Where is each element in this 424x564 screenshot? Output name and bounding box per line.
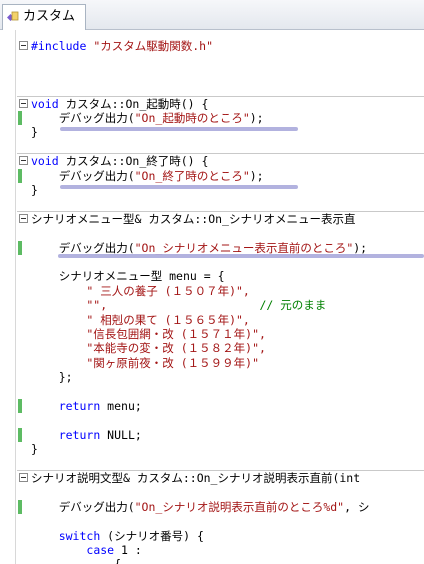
code-text: }; <box>31 370 73 385</box>
code-line: "", // 元のまま <box>0 298 424 312</box>
code-line: case 1 : <box>0 543 424 557</box>
code-line: シナリオメニュー型& カスタム::On_シナリオメニュー表示直 <box>0 210 424 226</box>
code-text: } <box>31 125 38 140</box>
code-line: デバッグ出力("On_シナリオメニュー表示直前のところ"); <box>0 240 424 255</box>
code-text: } <box>31 442 38 457</box>
code-line: #include "カスタム駆動関数.h" <box>0 39 424 53</box>
code-text: "本能寺の変・改 (１５８２年)", <box>31 341 266 356</box>
change-marker <box>18 111 22 125</box>
code-text: デバッグ出力("On_シナリオメニュー表示直前のところ"); <box>31 240 368 255</box>
code-line: デバッグ出力("On_シナリオ説明表示直前のところ%d", シ <box>0 499 424 514</box>
fold-toggle-icon[interactable] <box>19 473 28 482</box>
code-line: " 三人の養子 (１５０７年)", <box>0 284 424 298</box>
tab-custom[interactable]: カスタム <box>2 4 87 30</box>
highlight-stroke <box>58 254 424 258</box>
code-line: { <box>0 557 424 564</box>
fold-toggle-icon[interactable] <box>19 156 28 166</box>
code-text: void カスタム::On_起動時() { <box>31 96 209 111</box>
code-text: "", // 元のまま <box>31 298 327 313</box>
code-line: void カスタム::On_終了時() { <box>0 153 424 169</box>
code-line: シナリオメニュー型 menu = { <box>0 269 424 283</box>
code-text: " 相剋の果て (１５６５年)", <box>31 312 250 327</box>
code-text: シナリオメニュー型& カスタム::On_シナリオメニュー表示直 <box>31 211 356 226</box>
change-marker <box>18 168 22 183</box>
code-text: switch (シナリオ番号) { <box>58 528 204 543</box>
code-line: return menu; <box>0 399 424 413</box>
code-line: } <box>0 442 424 456</box>
change-marker <box>18 240 22 255</box>
code-line: デバッグ出力("On_起動時のところ"); <box>0 111 424 125</box>
change-marker <box>18 427 22 442</box>
code-line: "関ヶ原前夜・改 (１５９９年)" <box>0 356 424 370</box>
code-text: デバッグ出力("On_終了時のところ"); <box>31 168 264 183</box>
fold-toggle-icon[interactable] <box>19 213 28 223</box>
code-line: "本能寺の変・改 (１５８２年)", <box>0 341 424 355</box>
code-text: { <box>31 557 121 564</box>
code-text: } <box>31 183 38 197</box>
highlight-stroke <box>60 185 298 189</box>
change-marker <box>18 399 22 413</box>
code-line: デバッグ出力("On_終了時のところ"); <box>0 168 424 183</box>
file-icon <box>7 11 19 22</box>
code-text: シナリオメニュー型 menu = { <box>31 269 225 284</box>
code-line: " 相剋の果て (１５６５年)", <box>0 313 424 327</box>
code-text: return menu; <box>58 399 142 413</box>
code-line: "信長包囲網・改 (１５７１年)", <box>0 327 424 341</box>
code-text: return NULL; <box>58 427 142 442</box>
code-line: return NULL; <box>0 427 424 442</box>
tab-label: カスタム <box>23 9 76 24</box>
code-text: case 1 : <box>86 543 142 557</box>
code-text: #include "カスタム駆動関数.h" <box>31 39 214 53</box>
code-text: デバッグ出力("On_シナリオ説明表示直前のところ%d", シ <box>31 499 370 514</box>
code-line: void カスタム::On_起動時() { <box>0 95 424 111</box>
code-text: シナリオ説明文型& カスタム::On_シナリオ説明表示直前(int <box>31 471 361 485</box>
code-text: " 三人の養子 (１５０７年)", <box>31 283 250 298</box>
code-text: void カスタム::On_終了時() { <box>31 154 209 169</box>
change-marker <box>18 499 22 514</box>
code-line: switch (シナリオ番号) { <box>0 529 424 543</box>
fold-toggle-icon[interactable] <box>19 41 28 50</box>
code-text: "関ヶ原前夜・改 (１５９９年)" <box>31 355 260 370</box>
code-line: }; <box>0 370 424 384</box>
code-line: シナリオ説明文型& カスタム::On_シナリオ説明表示直前(int <box>0 470 424 485</box>
code-text: デバッグ出力("On_起動時のところ"); <box>31 111 264 125</box>
highlight-stroke <box>60 127 298 131</box>
code-editor[interactable]: #include "カスタム駆動関数.h"void カスタム::On_起動時()… <box>0 30 424 564</box>
document-tab-bar: カスタム <box>0 0 424 30</box>
code-text: "信長包囲網・改 (１５７１年)", <box>31 327 266 341</box>
fold-toggle-icon[interactable] <box>19 98 28 108</box>
